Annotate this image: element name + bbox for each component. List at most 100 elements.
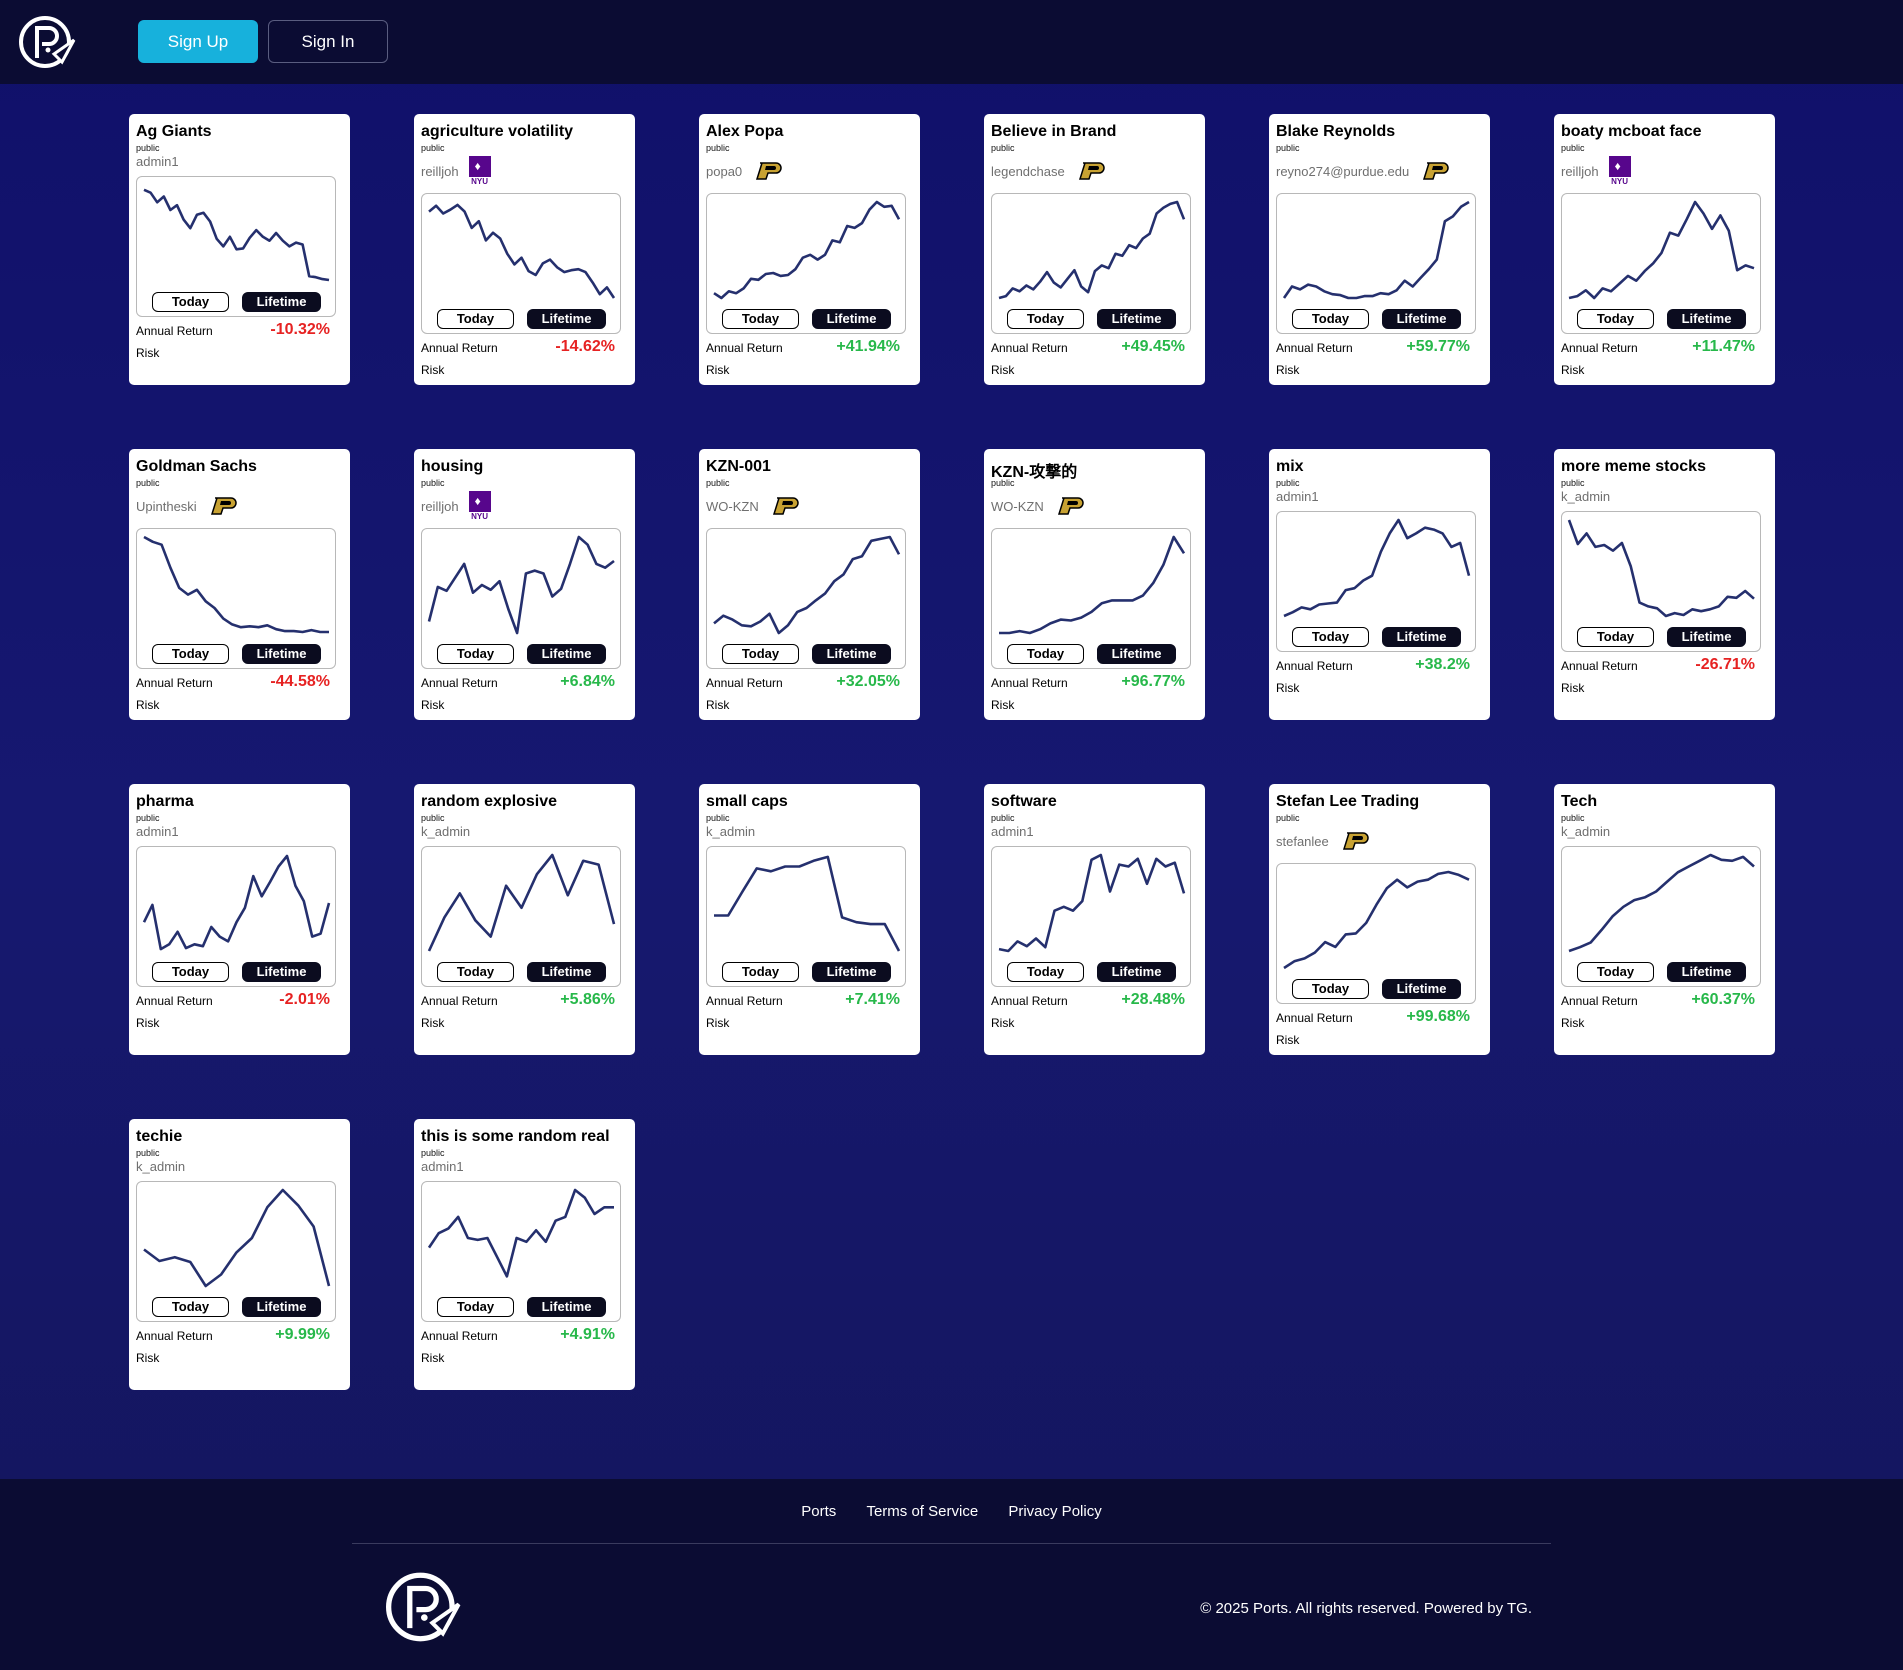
today-toggle[interactable]: Today <box>152 292 229 312</box>
owner-name[interactable]: k_admin <box>421 824 470 839</box>
today-toggle[interactable]: Today <box>152 1297 229 1317</box>
performance-chart[interactable]: Today Lifetime <box>136 846 336 987</box>
lifetime-toggle[interactable]: Lifetime <box>1097 309 1176 329</box>
footer-link-privacy[interactable]: Privacy Policy <box>1008 1503 1101 1520</box>
owner-name[interactable]: admin1 <box>136 824 179 839</box>
owner-name[interactable]: admin1 <box>421 1159 464 1174</box>
portfolio-card[interactable]: mix public admin1 Today Lifetime Annual Retur… <box>1269 449 1490 720</box>
portfolio-card[interactable]: techie public k_admin Today Lifetime Annual R… <box>129 1119 350 1390</box>
performance-chart[interactable]: Today Lifetime <box>1276 863 1476 1004</box>
portfolio-card[interactable]: pharma public admin1 Today Lifetime Annual Re… <box>129 784 350 1055</box>
portfolio-card[interactable]: software public admin1 Today Lifetime Annual … <box>984 784 1205 1055</box>
portfolio-card[interactable]: KZN-001 public WO-KZN Today Lifetime Annual R… <box>699 449 920 720</box>
today-toggle[interactable]: Today <box>437 1297 514 1317</box>
today-toggle[interactable]: Today <box>1292 979 1369 999</box>
owner-name[interactable]: Upintheski <box>136 499 197 514</box>
portfolio-card[interactable]: Stefan Lee Trading public stefanlee Today Li… <box>1269 784 1490 1055</box>
today-toggle[interactable]: Today <box>722 309 799 329</box>
portfolio-card[interactable]: Believe in Brand public legendchase Today Li… <box>984 114 1205 385</box>
performance-chart[interactable]: Today Lifetime <box>1561 846 1761 987</box>
today-toggle[interactable]: Today <box>1292 309 1369 329</box>
performance-chart[interactable]: Today Lifetime <box>706 528 906 669</box>
lifetime-toggle[interactable]: Lifetime <box>812 644 891 664</box>
lifetime-toggle[interactable]: Lifetime <box>812 309 891 329</box>
performance-chart[interactable]: Today Lifetime <box>421 1181 621 1322</box>
performance-chart[interactable]: Today Lifetime <box>136 1181 336 1322</box>
portfolio-card[interactable]: random explosive public k_admin Today Lifeti… <box>414 784 635 1055</box>
footer-link-terms[interactable]: Terms of Service <box>866 1503 978 1520</box>
portfolio-card[interactable]: boaty mcboat face public reilljoh ♦ NYU Today… <box>1554 114 1775 385</box>
performance-chart[interactable]: Today Lifetime <box>1561 193 1761 334</box>
performance-chart[interactable]: Today Lifetime <box>136 528 336 669</box>
lifetime-toggle[interactable]: Lifetime <box>242 292 321 312</box>
owner-name[interactable]: admin1 <box>136 154 179 169</box>
owner-name[interactable]: k_admin <box>1561 489 1610 504</box>
lifetime-toggle[interactable]: Lifetime <box>1667 627 1746 647</box>
lifetime-toggle[interactable]: Lifetime <box>242 1297 321 1317</box>
lifetime-toggle[interactable]: Lifetime <box>1667 309 1746 329</box>
today-toggle[interactable]: Today <box>437 644 514 664</box>
performance-chart[interactable]: Today Lifetime <box>1276 193 1476 334</box>
performance-chart[interactable]: Today Lifetime <box>421 846 621 987</box>
today-toggle[interactable]: Today <box>437 309 514 329</box>
portfolio-card[interactable]: KZN-攻撃的 public WO-KZN Today Lifetime Annual R… <box>984 449 1205 720</box>
today-toggle[interactable]: Today <box>1007 962 1084 982</box>
footer-link-ports[interactable]: Ports <box>801 1503 836 1520</box>
lifetime-toggle[interactable]: Lifetime <box>527 1297 606 1317</box>
owner-name[interactable]: legendchase <box>991 164 1065 179</box>
performance-chart[interactable]: Today Lifetime <box>1276 511 1476 652</box>
today-toggle[interactable]: Today <box>722 962 799 982</box>
lifetime-toggle[interactable]: Lifetime <box>1382 979 1461 999</box>
lifetime-toggle[interactable]: Lifetime <box>242 962 321 982</box>
today-toggle[interactable]: Today <box>152 644 229 664</box>
portfolio-card[interactable]: agriculture volatility public reilljoh ♦ NYU… <box>414 114 635 385</box>
portfolio-card[interactable]: this is some random real public admin1 Toda… <box>414 1119 635 1390</box>
lifetime-toggle[interactable]: Lifetime <box>1667 962 1746 982</box>
owner-name[interactable]: WO-KZN <box>991 499 1044 514</box>
owner-name[interactable]: WO-KZN <box>706 499 759 514</box>
owner-name[interactable]: stefanlee <box>1276 834 1329 849</box>
portfolio-card[interactable]: small caps public k_admin Today Lifetime Annu… <box>699 784 920 1055</box>
performance-chart[interactable]: Today Lifetime <box>991 846 1191 987</box>
performance-chart[interactable]: Today Lifetime <box>136 176 336 317</box>
owner-name[interactable]: reilljoh <box>421 164 459 179</box>
owner-name[interactable]: k_admin <box>136 1159 185 1174</box>
lifetime-toggle[interactable]: Lifetime <box>812 962 891 982</box>
performance-chart[interactable]: Today Lifetime <box>421 193 621 334</box>
today-toggle[interactable]: Today <box>1577 309 1654 329</box>
owner-name[interactable]: reyno274@purdue.edu <box>1276 164 1409 179</box>
portfolio-card[interactable]: Blake Reynolds public reyno274@purdue.edu T… <box>1269 114 1490 385</box>
portfolio-card[interactable]: Ag Giants public admin1 Today Lifetime Annual… <box>129 114 350 385</box>
lifetime-toggle[interactable]: Lifetime <box>242 644 321 664</box>
today-toggle[interactable]: Today <box>1292 627 1369 647</box>
owner-name[interactable]: reilljoh <box>421 499 459 514</box>
today-toggle[interactable]: Today <box>1007 309 1084 329</box>
sign-up-button[interactable]: Sign Up <box>138 20 258 63</box>
portfolio-card[interactable]: housing public reilljoh ♦ NYU Today Lifetime An… <box>414 449 635 720</box>
performance-chart[interactable]: Today Lifetime <box>421 528 621 669</box>
owner-name[interactable]: admin1 <box>1276 489 1319 504</box>
today-toggle[interactable]: Today <box>1007 644 1084 664</box>
performance-chart[interactable]: Today Lifetime <box>991 528 1191 669</box>
lifetime-toggle[interactable]: Lifetime <box>527 962 606 982</box>
ports-logo[interactable] <box>18 14 76 70</box>
portfolio-card[interactable]: more meme stocks public k_admin Today Lifeti… <box>1554 449 1775 720</box>
owner-name[interactable]: popa0 <box>706 164 742 179</box>
today-toggle[interactable]: Today <box>437 962 514 982</box>
lifetime-toggle[interactable]: Lifetime <box>1382 309 1461 329</box>
performance-chart[interactable]: Today Lifetime <box>991 193 1191 334</box>
portfolio-card[interactable]: Goldman Sachs public Upintheski Today Lifeti… <box>129 449 350 720</box>
owner-name[interactable]: k_admin <box>1561 824 1610 839</box>
lifetime-toggle[interactable]: Lifetime <box>1097 962 1176 982</box>
owner-name[interactable]: reilljoh <box>1561 164 1599 179</box>
portfolio-card[interactable]: Alex Popa public popa0 Today Lifetime Annual … <box>699 114 920 385</box>
performance-chart[interactable]: Today Lifetime <box>706 846 906 987</box>
today-toggle[interactable]: Today <box>1577 627 1654 647</box>
lifetime-toggle[interactable]: Lifetime <box>527 644 606 664</box>
portfolio-card[interactable]: Tech public k_admin Today Lifetime Annual Ret… <box>1554 784 1775 1055</box>
sign-in-button[interactable]: Sign In <box>268 20 388 63</box>
performance-chart[interactable]: Today Lifetime <box>706 193 906 334</box>
owner-name[interactable]: admin1 <box>991 824 1034 839</box>
performance-chart[interactable]: Today Lifetime <box>1561 511 1761 652</box>
lifetime-toggle[interactable]: Lifetime <box>1382 627 1461 647</box>
